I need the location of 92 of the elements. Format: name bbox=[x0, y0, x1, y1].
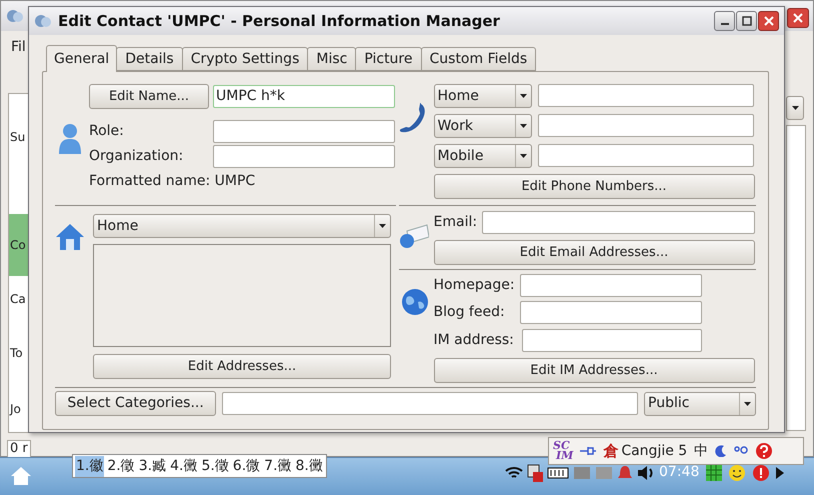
smiley-icon bbox=[728, 464, 746, 482]
field-label: Role: bbox=[89, 122, 125, 141]
pin-icon bbox=[580, 446, 596, 456]
keyboard-icon bbox=[547, 466, 569, 480]
app-icon bbox=[34, 13, 52, 29]
field-label: Organization: bbox=[89, 147, 184, 166]
tab[interactable]: Custom Fields bbox=[420, 47, 536, 71]
dropdown-arrow-icon bbox=[520, 154, 527, 158]
maximize-button[interactable] bbox=[736, 11, 757, 31]
security-dropdown[interactable]: Public bbox=[644, 392, 756, 416]
name-field[interactable]: UMPC h*k bbox=[213, 85, 395, 108]
candidate-item[interactable]: 6.微 bbox=[232, 456, 262, 476]
phone-field[interactable] bbox=[538, 114, 754, 137]
edit-name-button[interactable]: Edit Name... bbox=[89, 84, 209, 109]
candidate-item[interactable]: 2.徵 bbox=[106, 456, 136, 476]
grid-icon bbox=[706, 465, 722, 481]
role-field[interactable] bbox=[213, 120, 395, 143]
method-icon-text[interactable]: 倉 bbox=[603, 440, 618, 462]
dropdown-arrow-icon bbox=[520, 94, 527, 98]
organization-field[interactable] bbox=[213, 145, 395, 168]
wifi-icon bbox=[505, 464, 523, 480]
candidate-item[interactable]: 4.黴 bbox=[169, 456, 198, 476]
logo-text: SC bbox=[553, 441, 570, 451]
phone-type-dropdown[interactable]: Work bbox=[434, 114, 532, 138]
phone-type-dropdown[interactable]: Mobile bbox=[434, 144, 532, 168]
sidebar-item[interactable]: Su bbox=[9, 106, 29, 168]
candidate-item[interactable]: 5.徵 bbox=[200, 456, 230, 476]
close-button[interactable] bbox=[758, 11, 779, 31]
volume-icon bbox=[637, 464, 655, 480]
close-icon bbox=[793, 13, 803, 23]
field-label: Blog feed: bbox=[434, 303, 506, 322]
phone-type-dropdown[interactable]: Home bbox=[434, 84, 532, 108]
formatted-name-text: Formatted name: UMPC bbox=[89, 172, 256, 191]
help-icon bbox=[755, 442, 774, 460]
mode-text[interactable]: 中 bbox=[694, 440, 708, 462]
app-icon bbox=[6, 8, 24, 24]
candidate-item[interactable]: 7.黴 bbox=[263, 456, 293, 476]
email-field[interactable] bbox=[482, 211, 755, 234]
address-type-dropdown[interactable]: Home bbox=[93, 214, 391, 238]
dropdown[interactable] bbox=[786, 96, 804, 120]
dropdown-arrow-icon bbox=[792, 106, 798, 110]
person-icon bbox=[58, 122, 82, 154]
clock-text: 07:48 bbox=[659, 463, 700, 482]
menu-item[interactable]: Fil bbox=[11, 37, 26, 58]
minimize-button[interactable] bbox=[714, 11, 735, 31]
phone-field[interactable] bbox=[538, 84, 754, 107]
tab[interactable]: Details bbox=[116, 47, 183, 71]
candidate-item[interactable]: 1.徽 bbox=[75, 456, 104, 476]
address-text-area[interactable] bbox=[93, 244, 391, 347]
phone-icon bbox=[398, 102, 427, 134]
bell-icon bbox=[617, 464, 633, 480]
arrow-right-icon bbox=[776, 467, 784, 479]
moon-icon bbox=[715, 445, 728, 457]
maximize-icon bbox=[742, 16, 752, 26]
home-icon bbox=[10, 466, 32, 486]
dropdown-arrow-icon bbox=[520, 124, 527, 128]
homepage-field[interactable] bbox=[520, 274, 702, 297]
house-icon bbox=[55, 222, 85, 252]
close-icon bbox=[764, 16, 774, 26]
input-method-name[interactable]: Cangjie 5 bbox=[621, 440, 688, 462]
alert-icon bbox=[752, 464, 770, 482]
network-error-icon bbox=[527, 464, 543, 482]
device-icon bbox=[595, 464, 613, 480]
select-categories-button[interactable]: Select Categories... bbox=[55, 391, 216, 416]
window-title: Edit Contact 'UMPC' - Personal Information Manager bbox=[58, 10, 501, 32]
email-icon bbox=[398, 223, 429, 249]
im-address-field[interactable] bbox=[522, 329, 702, 352]
globe-icon bbox=[400, 288, 429, 316]
close-button[interactable] bbox=[787, 8, 809, 28]
tab[interactable]: Misc bbox=[307, 47, 356, 71]
phone-field[interactable] bbox=[538, 144, 754, 167]
edit-im-addresses-button[interactable]: Edit IM Addresses... bbox=[434, 358, 755, 383]
edit-addresses-button[interactable]: Edit Addresses... bbox=[93, 354, 391, 379]
sidebar-item[interactable]: Co bbox=[9, 214, 29, 276]
field-label: Homepage: bbox=[434, 276, 516, 295]
tab[interactable]: Crypto Settings bbox=[182, 47, 308, 71]
tab[interactable]: General bbox=[46, 45, 118, 72]
status-text: 0 r bbox=[7, 440, 31, 458]
edit-email-addresses-button[interactable]: Edit Email Addresses... bbox=[434, 240, 755, 265]
sidebar-item[interactable]: Jo bbox=[9, 378, 29, 432]
blog-feed-field[interactable] bbox=[520, 301, 702, 324]
minimize-icon bbox=[720, 23, 728, 25]
edit-phone-numbers-button[interactable]: Edit Phone Numbers... bbox=[434, 174, 755, 199]
field-label: Email: bbox=[434, 213, 478, 232]
candidate-item[interactable]: 8.黴 bbox=[294, 456, 324, 476]
dropdown-arrow-icon bbox=[379, 224, 386, 228]
dropdown-arrow-icon bbox=[744, 402, 751, 406]
tab[interactable]: Picture bbox=[355, 47, 422, 71]
field-label: IM address: bbox=[434, 331, 515, 350]
device-icon bbox=[573, 464, 591, 480]
candidate-item[interactable]: 3.臧 bbox=[138, 456, 168, 476]
logo-text: IM bbox=[556, 451, 574, 461]
